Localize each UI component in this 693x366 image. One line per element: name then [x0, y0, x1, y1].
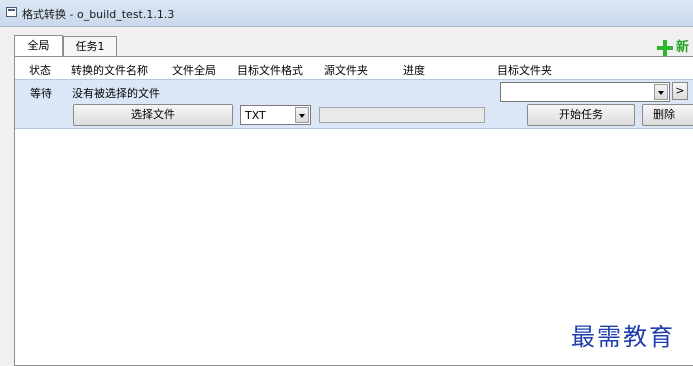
col-target-folder: 目标文件夹 [497, 64, 552, 77]
window-title: 格式转换 - o_build_test.1.1.3 [22, 8, 175, 21]
main-client-area: 全局 任务1 新 状态 转换的文件名称 文件全局 目标文件格式 源文件夹 进度 … [8, 27, 693, 366]
col-target-format: 目标文件格式 [237, 64, 303, 77]
col-file-name: 转换的文件名称 [71, 64, 148, 77]
tab-task-1[interactable]: 任务1 [63, 36, 117, 56]
col-file-global: 文件全局 [172, 64, 216, 77]
chevron-down-icon[interactable] [295, 107, 309, 123]
tab-global[interactable]: 全局 [14, 35, 63, 57]
col-source-folder: 源文件夹 [324, 64, 368, 77]
new-task-button[interactable]: 新 [656, 36, 689, 56]
col-progress: 进度 [403, 64, 425, 77]
target-format-value: TXT [245, 109, 266, 122]
new-task-label: 新 [676, 40, 690, 55]
task-file-name: 没有被选择的文件 [72, 87, 160, 100]
task-table-header: 状态 转换的文件名称 文件全局 目标文件格式 源文件夹 进度 目标文件夹 [8, 59, 693, 79]
start-task-button[interactable]: 开始任务 [527, 104, 635, 126]
watermark-text: 最需教育 [571, 323, 675, 351]
chevron-down-icon[interactable] [654, 84, 668, 100]
title-bar: 格式转换 - o_build_test.1.1.3 [0, 0, 693, 27]
task-status: 等待 [30, 87, 52, 100]
target-folder-dropdown[interactable] [500, 82, 670, 102]
select-file-button[interactable]: 选择文件 [73, 104, 233, 126]
app-icon [6, 7, 17, 17]
progress-bar [319, 107, 485, 123]
target-format-select[interactable]: TXT [240, 105, 311, 125]
delete-task-button[interactable]: 删除 [642, 104, 693, 126]
plus-icon [656, 39, 674, 57]
task-row: 等待 没有被选择的文件 > 选择文件 TXT 开始任务 删除 [15, 79, 693, 129]
col-status: 状态 [29, 64, 51, 77]
browse-folder-button[interactable]: > [672, 82, 688, 100]
